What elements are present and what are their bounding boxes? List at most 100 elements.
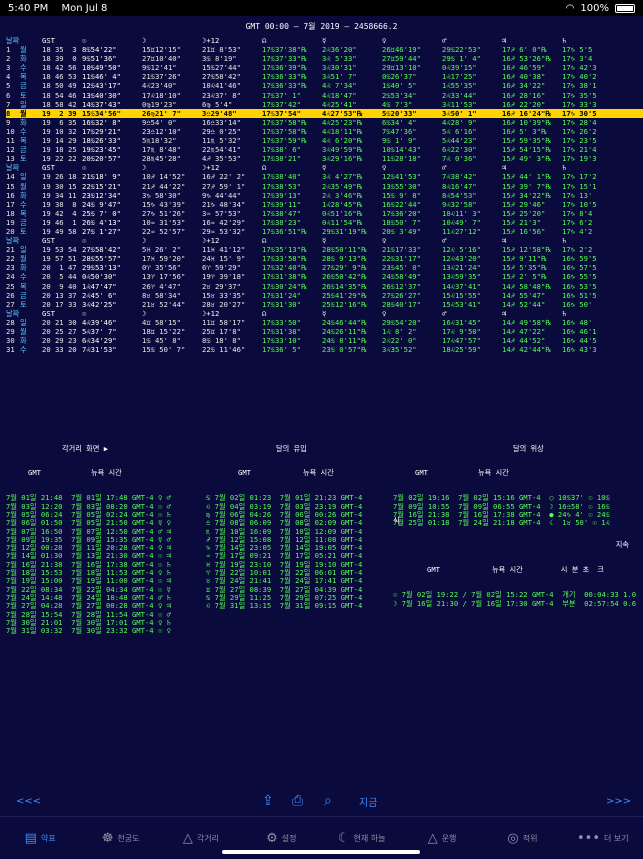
table-cell: 13 <box>6 154 15 164</box>
table-row[interactable]: 10 수 19 10 32 17♋29'21" 23♎12'10" 29♎ 0'25" 17… <box>6 127 643 136</box>
table-cell: 29 <box>6 327 15 336</box>
table-row[interactable]: 5 금 18 50 49 12♋43'17" 4♌23'40" 10♌41'46" 17♋3… <box>6 81 643 90</box>
table-row[interactable]: 24 수 20 5 44 0♌50'30" 13♈ 17'56" 19♈ 39'18" 17… <box>6 272 643 281</box>
table-cell: 4♌18'47" <box>322 90 357 100</box>
table-cell: 10♌11' 3" <box>442 208 481 218</box>
table-cell: 18 58 42 <box>42 99 77 109</box>
table-row[interactable]: 17 수 19 38 8 24♋ 9'47" 15♑ 43'39" 21♑ 48'34" 1… <box>6 200 643 209</box>
ephemeris-header-cell: GST <box>42 308 55 318</box>
table-cell: 4♌25'23"℞ <box>322 117 364 127</box>
ephemeris-header-cell: 날짜 <box>6 236 20 246</box>
table-row[interactable]: 26 금 20 13 37 2♌45' 6" 8♉ 58'34" 15♉ 33'35" 17… <box>6 291 643 300</box>
table-row[interactable]: 7 일 18 58 42 14♋37'43" 0♍19'23" 6♍ 5'4" 17♋37'… <box>6 100 643 109</box>
table-row[interactable]: 20 토 19 49 58 27♋ 1'27" 22♒ 52'57" 29♒ 53'32"… <box>6 227 643 236</box>
table-cell: 16♐ 40'38" <box>502 72 546 82</box>
ephemeris-header-cell: ♄ <box>562 236 567 246</box>
table-row[interactable]: 16 화 19 34 11 23♋12'34" 3♑ 58'30" 9♑ 44'44" 17… <box>6 191 643 200</box>
ephemeris-header: 날짜 GST ☉ ☽ ☽+12 ☊ ☿ ♀ ♂ ♃ ♄ <box>6 236 643 245</box>
tab-1[interactable]: ☸ 천궁도 <box>80 817 160 859</box>
table-row[interactable]: 9 화 19 6 35 16♋32' 8" 9♎54' 0" 16♎33'14" 17♋37… <box>6 118 643 127</box>
table-cell: 6♌22'30" <box>442 145 477 155</box>
table-cell: 16♋22'44" <box>382 199 421 209</box>
table-cell: 17♌ 9'50" <box>442 327 481 336</box>
table-cell: 15♐ 44' 1"℞ <box>502 172 552 182</box>
table-row[interactable]: 11 목 19 14 29 18♋26'33" 5♏18'32" 11♏ 5'32" 17♋… <box>6 136 643 145</box>
table-cell: 월 <box>20 327 27 336</box>
table-cell: 10♋49'50" <box>82 63 121 73</box>
table-cell: 17♑ 30'5 <box>562 108 597 118</box>
table-row[interactable]: 13 토 19 22 22 20♋20'57" 28♏45'28" 4♐ 35'53" 17… <box>6 154 643 163</box>
table-cell: 24♓ 15' 9" <box>202 254 246 264</box>
eclipse-line: ☽ 7월 16일 21:30 / 7월 16일 17:30 GMT-4 부분 0… <box>393 598 637 608</box>
table-cell: 3♌50' 1" <box>442 108 477 118</box>
search-icon[interactable]: ⌕ <box>324 793 332 809</box>
table-row[interactable]: 14 일 19 26 18 21♋18' 9" 10♐ 14'52" 16♐ 22' 2"… <box>6 172 643 181</box>
table-cell: 12 <box>6 145 15 155</box>
table-cell: 월 <box>20 108 27 118</box>
tab-6[interactable]: ◎ 적위 <box>482 817 562 859</box>
table-cell: 21♋17'33" <box>382 245 421 255</box>
table-row[interactable]: 27 토 20 17 33 3♌42'25" 21♉ 52'44" 28♉ 20'27" 1… <box>6 300 643 309</box>
table-row[interactable]: 21 일 19 53 54 27♋58'42" 5♓ 26' 2" 11♓ 41'12" 1… <box>6 245 643 254</box>
table-cell: 17♋37'33"℞ <box>262 54 308 64</box>
table-row[interactable]: 19 금 19 46 1 26♋ 4'13" 10♒ 31'53" 16♒ 42'29" 1… <box>6 218 643 227</box>
tab-0[interactable]: ▤ 약표 <box>0 817 80 859</box>
share-icon[interactable]: ⇪ <box>262 793 274 809</box>
table-cell: 2♌33'44" <box>442 90 477 100</box>
table-row[interactable]: 1 월 18 35 3 8♋54'22" 15♊12'15" 21♊ 8'53" 17♋37… <box>6 45 643 54</box>
table-cell: 18 39 0 <box>42 54 77 64</box>
tab-7[interactable]: ••• 더 보기 <box>563 817 643 859</box>
table-cell: 16♑ 43'3 <box>562 345 597 355</box>
table-row[interactable]: 22 월 19 57 51 28♋55'57" 17♓ 59'20" 24♓ 15' 9"… <box>6 254 643 263</box>
table-row[interactable]: 4 목 18 46 53 11♋46' 4" 21♋37'26" 27♋58'42" 17♋… <box>6 72 643 81</box>
table-row[interactable]: 30 화 20 29 23 6♌34'29" 1♋ 45' 8" 8♋ 18' 8" 17♋… <box>6 336 643 345</box>
table-cell: 3♌11'53" <box>442 99 477 109</box>
table-row[interactable]: 28 일 20 21 30 4♌39'46" 4♊ 58'15" 11♊ 58'17" 17… <box>6 318 643 327</box>
tab-icon: ••• <box>576 830 600 846</box>
prev-month-button[interactable]: <<< <box>16 796 41 807</box>
table-cell: 15♉ 33'35" <box>202 290 246 300</box>
tab-icon: △ <box>182 830 193 846</box>
table-row[interactable]: 15 월 19 30 15 22♋15'21" 21♐ 44'22" 27♐ 59' 1"… <box>6 182 643 191</box>
table-cell: 9♌32'58" <box>442 199 477 209</box>
table-cell: 27♋26'27" <box>382 290 421 300</box>
tab-label: 약표 <box>40 833 56 843</box>
table-row[interactable]: 18 목 19 42 4 25♋ 7' 0" 27♑ 51'26" 3♒ 57'53" 17… <box>6 209 643 218</box>
ephemeris-header-cell: ♄ <box>562 36 567 45</box>
table-cell: 5 <box>6 81 11 91</box>
next-month-button[interactable]: >>> <box>606 796 631 807</box>
table-cell: 17♋31'38" <box>262 327 301 336</box>
table-cell: 목 <box>20 136 27 146</box>
now-button[interactable]: 지금 <box>359 794 377 809</box>
table-cell: 수 <box>20 199 27 209</box>
table-row[interactable]: 29 월 20 25 27 5♌37' 7" 18♊ 15'22" 25♊ 17'8" 17… <box>6 327 643 336</box>
table-cell: 8♌54'53" <box>442 190 477 200</box>
table-cell: 17♋37'58"℞ <box>262 126 308 136</box>
table-row[interactable]: 23 화 20 1 47 29♋53'13" 0♈ 35'56" 6♈ 59'29" 17♋… <box>6 263 643 272</box>
table-cell: 토 <box>20 154 27 164</box>
table-cell: 1♌28'45"℞ <box>322 199 364 209</box>
table-cell: 17♐ 6' 0"℞ <box>502 45 548 55</box>
table-row[interactable]: 2 화 18 39 0 9♋51'36" 27♊10'40" 3♋ 8'19" 17♋37'… <box>6 54 643 63</box>
table-cell: 19 22 22 <box>42 154 77 164</box>
table-row[interactable]: 25 목 20 9 40 1♌47'47" 26♈ 4'47" 2♉ 29'37" 17♋3… <box>6 282 643 291</box>
aspects-title[interactable]: 각거리 화면 ▶ <box>6 444 201 453</box>
table-cell: 0♍19'23" <box>142 99 177 109</box>
table-cell: 17♋35'13"℞ <box>262 245 308 255</box>
table-row[interactable]: 12 금 19 18 25 19♋23'45" 17♏ 8'48" 22♏54'41" 17… <box>6 145 643 154</box>
table-cell: 9♎54' 0" <box>142 117 177 127</box>
table-cell: 13♌21'24" <box>442 263 481 273</box>
table-cell: 27♋29' 9"℞ <box>322 263 368 273</box>
table-cell: 3♌ 5'33" <box>322 54 357 64</box>
table-cell: 0♈ 35'56" <box>142 263 181 273</box>
table-cell: 17♋31'30" <box>262 299 301 309</box>
table-cell: 13♌59'35" <box>442 272 481 282</box>
table-cell: 5♓ 26' 2" <box>142 245 181 255</box>
table-row[interactable]: 6 토 18 54 46 13♋40'30" 17♌18'10" 23♌37' 8" 17♋… <box>6 91 643 100</box>
ephemeris-header-cell: ☽ <box>142 236 147 246</box>
table-row[interactable]: 3 수 18 42 56 10♋49'50" 9♋12'41" 15♋27'44" 17♋3… <box>6 63 643 72</box>
table-cell: 29♋54'20" <box>382 317 421 327</box>
table-row-today[interactable]: 8 월 19 2 39 15♋34'56" 26♍21' 7" 3♎29'48" 17♋37… <box>6 108 643 118</box>
print-icon[interactable]: ⎙ <box>292 793 303 809</box>
table-row[interactable]: 31 수 20 33 20 7♌31'53" 15♋ 50' 7" 22♋ 11'46" 1… <box>6 345 643 354</box>
